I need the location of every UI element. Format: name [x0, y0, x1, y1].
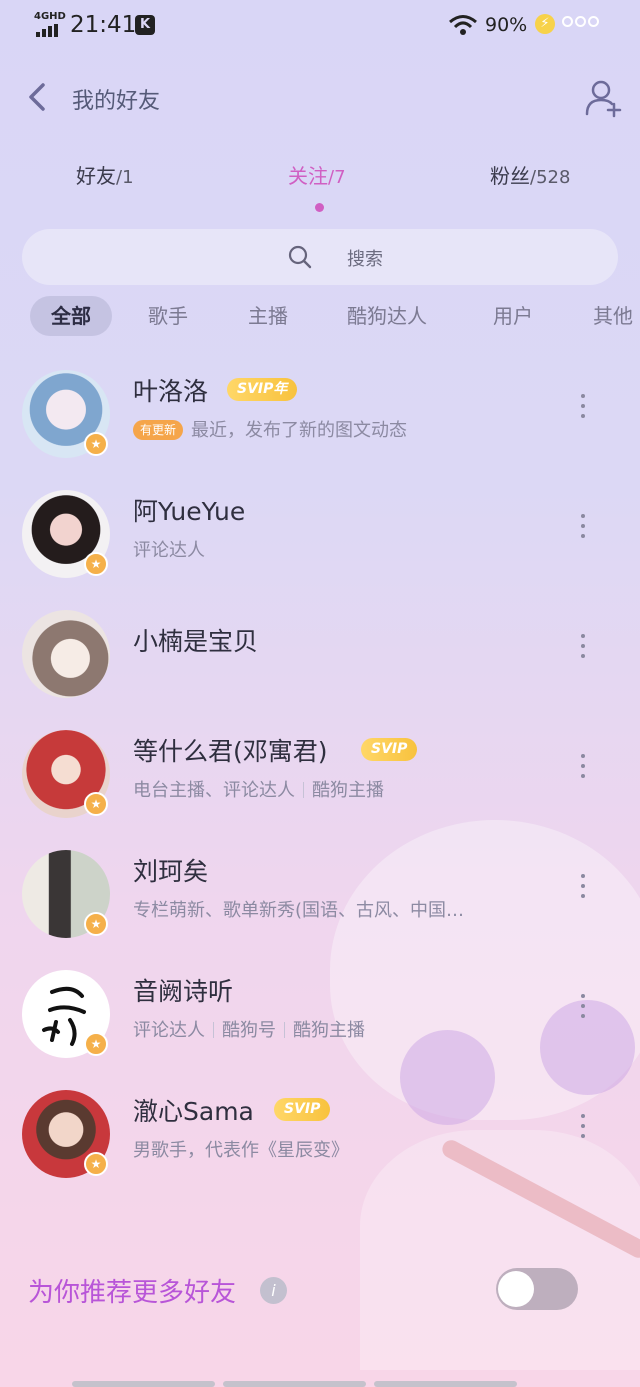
list-item[interactable]: ★ 刘珂矣 专栏萌新、歌单新秀(国语、古风、中国…: [0, 830, 640, 950]
search-bar[interactable]: 搜索: [22, 229, 618, 285]
star-badge-icon: ★: [84, 792, 108, 816]
clock: 21:41: [70, 12, 137, 38]
list-item[interactable]: 小楠是宝贝: [0, 590, 640, 710]
avatar: [22, 610, 110, 698]
wifi-icon: [449, 15, 477, 35]
filter-kugou-expert[interactable]: 酷狗达人: [347, 296, 427, 336]
info-icon[interactable]: i: [260, 1277, 287, 1304]
signal-icon: [36, 24, 58, 37]
page-title: 我的好友: [72, 89, 161, 114]
svip-badge: SVIP: [274, 1098, 331, 1121]
update-badge: 有更新: [133, 420, 184, 440]
more-options-icon[interactable]: [578, 994, 588, 1024]
app-notification-icon: K: [135, 15, 155, 35]
more-options-icon[interactable]: [578, 1114, 588, 1144]
list-item[interactable]: ★ 叶洛洛 SVIP年 有更新 最近，发布了新的图文动态: [0, 350, 640, 470]
tag: 酷狗号: [222, 1020, 276, 1041]
star-badge-icon: ★: [84, 552, 108, 576]
tag: 评论达人: [133, 540, 205, 561]
tab-label: 关注: [288, 164, 328, 188]
svip-badge: SVIP年: [227, 378, 298, 401]
tag-separator: [303, 782, 304, 798]
back-icon[interactable]: [22, 80, 52, 114]
search-icon: [288, 245, 312, 269]
header: 我的好友: [0, 70, 640, 130]
filter-singer[interactable]: 歌手: [148, 296, 188, 336]
tab-following[interactable]: 关注/7: [288, 160, 346, 189]
star-badge-icon: ★: [84, 1152, 108, 1176]
friend-subtitle: 有更新 最近，发布了新的图文动态: [133, 416, 407, 442]
recommend-toggle[interactable]: [496, 1268, 578, 1310]
filter-user[interactable]: 用户: [493, 296, 533, 336]
list-item[interactable]: ★ 阿YueYue 评论达人: [0, 470, 640, 590]
moon-icons: [562, 16, 599, 27]
friend-tags: 专栏萌新、歌单新秀(国语、古风、中国…: [133, 896, 464, 922]
category-filters: 全部 歌手 主播 酷狗达人 用户 其他: [0, 296, 640, 340]
friends-tabs: 好友/1 关注/7 粉丝/528: [0, 160, 640, 214]
friend-name: 叶洛洛: [133, 377, 209, 406]
tab-count: /7: [328, 167, 346, 188]
active-tab-indicator: [315, 203, 324, 212]
filter-all[interactable]: 全部: [30, 296, 112, 336]
more-options-icon[interactable]: [578, 514, 588, 544]
tag-separator: [284, 1022, 285, 1038]
friend-tags: 男歌手，代表作《星辰变》: [133, 1136, 349, 1162]
svip-badge: SVIP: [361, 738, 418, 761]
activity-text: 最近，发布了新的图文动态: [191, 420, 408, 441]
recommend-friends-label: 为你推荐更多好友: [28, 1278, 237, 1308]
home-indicator: [72, 1381, 517, 1387]
search-placeholder: 搜索: [347, 249, 383, 270]
filter-streamer[interactable]: 主播: [248, 296, 288, 336]
tab-count: /528: [530, 167, 571, 188]
tag-separator: [213, 1022, 214, 1038]
add-friend-icon[interactable]: [583, 76, 625, 118]
more-options-icon[interactable]: [578, 754, 588, 784]
friend-name: 刘珂矣: [133, 857, 209, 886]
friend-name: 音阙诗听: [133, 977, 234, 1006]
list-item[interactable]: ★ 音阙诗听 评论达人 酷狗号 酷狗主播: [0, 950, 640, 1070]
friend-tags: 评论达人: [133, 536, 205, 562]
star-badge-icon: ★: [84, 912, 108, 936]
tag: 酷狗主播: [312, 780, 384, 801]
tag: 评论达人: [133, 1020, 205, 1041]
star-badge-icon: ★: [84, 1032, 108, 1056]
list-item[interactable]: ★ 等什么君(邓寓君) SVIP 电台主播、评论达人 酷狗主播: [0, 710, 640, 830]
tab-count: /1: [116, 167, 134, 188]
tab-friends[interactable]: 好友/1: [76, 160, 134, 189]
friend-name: 澈心Sama: [133, 1097, 254, 1126]
network-type: 4GHD: [34, 11, 66, 22]
more-options-icon[interactable]: [578, 394, 588, 424]
tab-fans[interactable]: 粉丝/528: [490, 160, 570, 189]
friend-tags: 评论达人 酷狗号 酷狗主播: [133, 1016, 365, 1042]
tag: 酷狗主播: [293, 1020, 365, 1041]
tab-label: 好友: [76, 164, 116, 188]
tag: 专栏萌新、歌单新秀(国语、古风、中国…: [133, 900, 465, 921]
status-bar: 4GHD 21:41 K 90% ⚡: [0, 0, 640, 50]
friend-name: 阿YueYue: [133, 497, 246, 526]
list-item[interactable]: ★ 澈心Sama SVIP 男歌手，代表作《星辰变》: [0, 1070, 640, 1190]
tag: 电台主播、评论达人: [133, 780, 295, 801]
toggle-knob: [498, 1271, 534, 1307]
more-options-icon[interactable]: [578, 634, 588, 664]
friend-name: 小楠是宝贝: [133, 627, 259, 656]
more-options-icon[interactable]: [578, 874, 588, 904]
tab-label: 粉丝: [490, 164, 530, 188]
tag: 男歌手，代表作《星辰变》: [133, 1140, 349, 1161]
charging-icon: ⚡: [535, 14, 555, 34]
star-badge-icon: ★: [84, 432, 108, 456]
battery-level: 90%: [485, 14, 528, 36]
friend-tags: 电台主播、评论达人 酷狗主播: [133, 776, 384, 802]
friend-name: 等什么君(邓寓君): [133, 737, 328, 766]
filter-other[interactable]: 其他: [593, 296, 633, 336]
